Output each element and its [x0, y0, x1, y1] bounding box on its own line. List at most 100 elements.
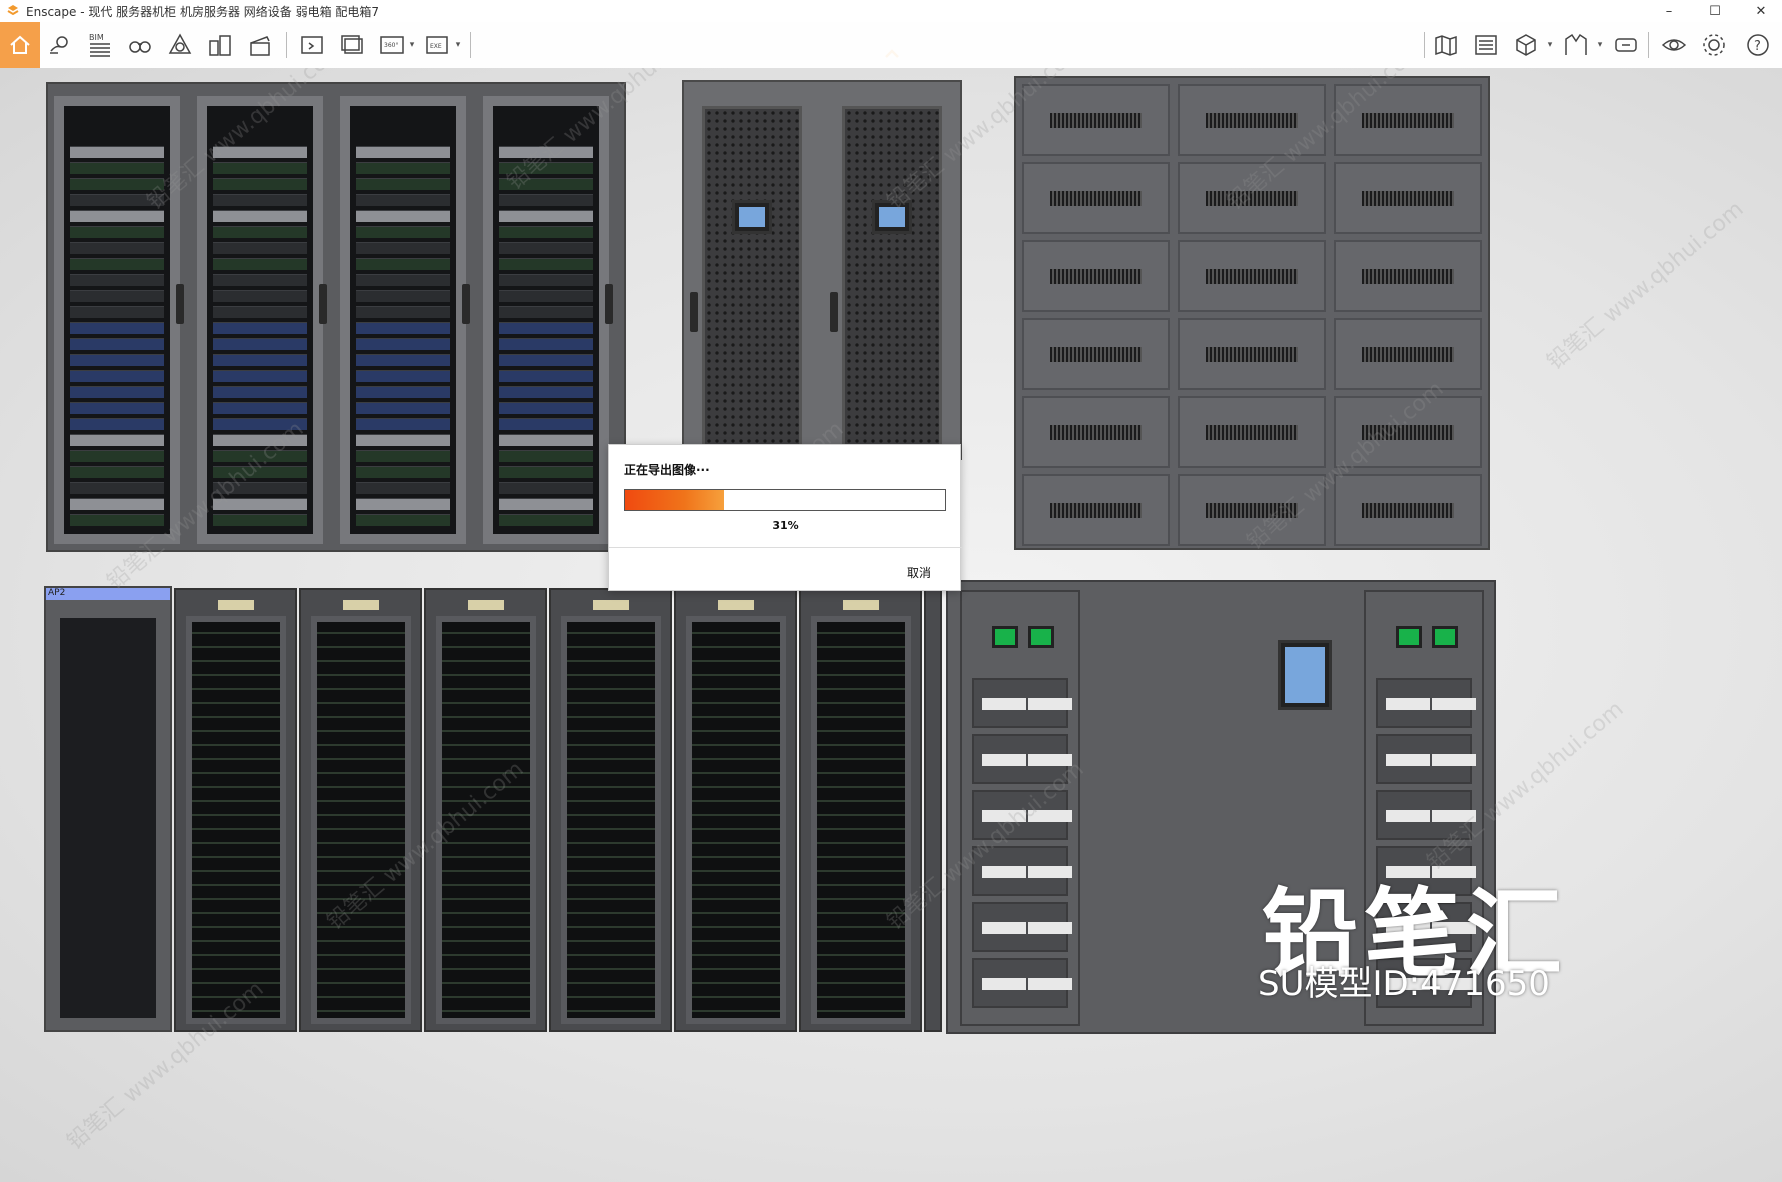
ups-power-module [1376, 734, 1476, 784]
render-viewport[interactable]: AP2 铅笔汇 www.qbhui.com 铅笔汇 www.qbhui.com 铅笔汇… [0, 68, 1782, 1182]
rack-unit [213, 338, 307, 350]
settings-button[interactable] [1694, 22, 1734, 68]
mesh-door [811, 616, 911, 1024]
battery-cabinet [1014, 76, 1490, 550]
module-latch [982, 698, 1026, 710]
module-latch [982, 922, 1026, 934]
sync-button[interactable] [160, 22, 200, 68]
close-button[interactable]: ✕ [1738, 0, 1782, 22]
network-rack-group [46, 82, 626, 552]
rack-unit [213, 418, 307, 430]
ups-module-column [960, 590, 1080, 1026]
rack-unit [356, 354, 450, 366]
help-button[interactable]: ? [1738, 22, 1778, 68]
server-rack [799, 588, 922, 1032]
enscape-logo-icon [7, 5, 19, 16]
vent-slots [1361, 113, 1455, 129]
minimize-button[interactable]: – [1646, 0, 1692, 22]
cube-dropdown-icon[interactable]: ▾ [1544, 22, 1556, 68]
screenshot-button[interactable] [292, 22, 332, 68]
rack-unit [213, 402, 307, 414]
bim-button[interactable]: BIM [80, 22, 120, 68]
rack-unit [70, 354, 164, 366]
pin-button[interactable] [40, 22, 80, 68]
module-latch [1028, 754, 1072, 766]
dialog-divider [609, 547, 962, 548]
rack-unit [70, 498, 164, 510]
cancel-button[interactable]: 取消 [891, 561, 947, 583]
toolbar-separator [1424, 32, 1425, 58]
module-latch [1386, 810, 1430, 822]
visual-settings-icon [1661, 39, 1687, 51]
rack-unit [356, 466, 450, 478]
export-dropdown-icon[interactable]: ▾ [452, 22, 464, 68]
panel-interior [60, 618, 156, 1018]
rack-unit [213, 466, 307, 478]
vent-panel [1178, 474, 1326, 546]
vent-slots [1205, 269, 1299, 285]
door-handle [830, 292, 838, 332]
rack-unit [356, 242, 450, 254]
progress-percent: 31% [772, 519, 799, 532]
ups-control-display [1278, 640, 1332, 710]
export-progress-dialog: 正在导出图像··· 31% 取消 [608, 444, 962, 591]
vr-headset-icon [1615, 38, 1637, 52]
ups-power-module [972, 958, 1072, 1008]
map-icon [1435, 35, 1457, 56]
home-button[interactable] [0, 22, 40, 68]
gear-icon [1703, 34, 1725, 56]
ups-power-module [972, 678, 1072, 728]
rack-unit [213, 210, 307, 222]
ups-power-module [972, 734, 1072, 784]
rack-unit [356, 226, 450, 238]
module-latch [1432, 754, 1476, 766]
rack-unit [70, 258, 164, 270]
cube-button[interactable] [1506, 22, 1546, 68]
maximize-button[interactable]: ☐ [1692, 0, 1738, 22]
vr-headset-button[interactable] [1606, 22, 1646, 68]
material-button[interactable] [1556, 22, 1596, 68]
ups-power-module [972, 790, 1072, 840]
vent-panel [1334, 474, 1482, 546]
server-rack [674, 588, 797, 1032]
rack-unit [499, 434, 593, 446]
rack-unit [499, 386, 593, 398]
vent-slots [1205, 503, 1299, 519]
material-dropdown-icon[interactable]: ▾ [1594, 22, 1606, 68]
toolbar-separator [1648, 32, 1649, 58]
export-exe-icon: EXE [426, 36, 448, 54]
asset-library-button[interactable] [1466, 22, 1506, 68]
rack-unit [70, 434, 164, 446]
rack-unit [499, 418, 593, 430]
rack-unit [499, 322, 593, 334]
window-title: Enscape - 现代 服务器机柜 机房服务器 网络设备 弱电箱 配电箱7 [26, 4, 380, 19]
status-indicator [992, 626, 1018, 648]
vent-panel [1022, 162, 1170, 234]
rack-unit [356, 210, 450, 222]
vent-slots [1049, 503, 1143, 519]
clapper-button[interactable] [240, 22, 280, 68]
rack-unit [499, 482, 593, 494]
visual-settings-button[interactable] [1654, 22, 1694, 68]
rack-unit [356, 322, 450, 334]
panorama-dropdown-icon[interactable]: ▾ [406, 22, 418, 68]
vent-panel [1022, 474, 1170, 546]
vent-slots [1361, 503, 1455, 519]
batch-render-button[interactable] [332, 22, 372, 68]
control-screen [732, 200, 772, 234]
rack-unit [213, 354, 307, 366]
panorama-label: 360° [384, 42, 398, 49]
rack-unit [213, 194, 307, 206]
progress-fill [625, 490, 725, 510]
rack-unit [70, 274, 164, 286]
binoculars-button[interactable] [120, 22, 160, 68]
buildings-button[interactable] [200, 22, 240, 68]
ups-power-module [1376, 790, 1476, 840]
vent-slots [1049, 191, 1143, 207]
server-rack [174, 588, 297, 1032]
rack-unit [499, 146, 593, 158]
vent-panel [1334, 162, 1482, 234]
glass-rack-door [483, 96, 609, 544]
map-button[interactable] [1426, 22, 1466, 68]
door-handle [319, 284, 327, 324]
